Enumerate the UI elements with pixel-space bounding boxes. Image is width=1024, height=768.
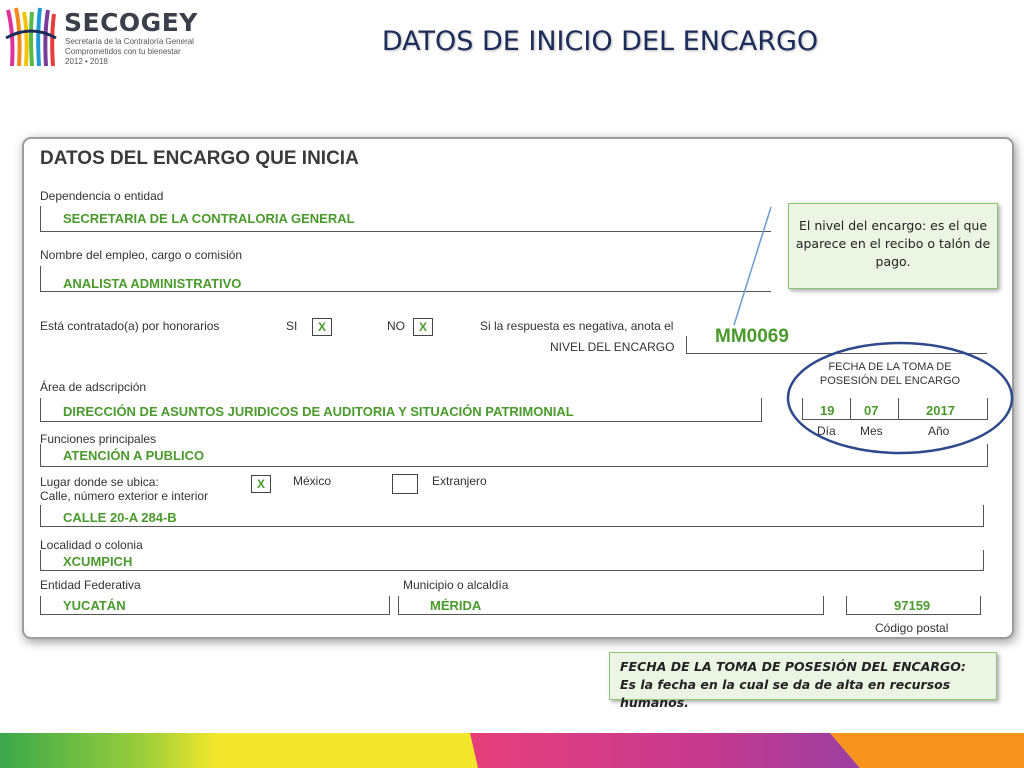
mes-label: Mes	[860, 424, 883, 438]
logo-subtitle: Secretaría de la Contraloría General	[65, 37, 194, 46]
honorarios-note: Si la respuesta es negativa, anota el	[480, 319, 674, 333]
extranjero-checkbox	[392, 474, 418, 494]
slide-title: DATOS DE INICIO DEL ENCARGO	[381, 26, 819, 57]
fecha-anio: 2017	[926, 403, 955, 418]
nivel-value: MM0069	[715, 326, 789, 347]
fecha-callout-text: Es la fecha en la cual se da de alta en …	[620, 677, 951, 711]
fecha-header-line1: FECHA DE LA TOMA DE	[828, 361, 952, 373]
nivel-label: NIVEL DEL ENCARGO	[550, 340, 675, 354]
fecha-callout: FECHA DE LA TOMA DE POSESIÓN DEL ENCARGO…	[609, 652, 997, 710]
dependencia-label: Dependencia o entidad	[40, 189, 164, 203]
no-checkbox: X	[413, 318, 433, 336]
entidad-label: Entidad Federativa	[40, 578, 141, 592]
fecha-header-line2: POSESIÓN DEL ENCARGO	[819, 374, 961, 387]
secogey-logo-icon	[5, 7, 57, 67]
area-value: DIRECCIÓN DE ASUNTOS JURIDICOS DE AUDITO…	[63, 404, 574, 419]
fecha-header: FECHA DE LA TOMA DE POSESIÓN DEL ENCARGO	[810, 361, 970, 389]
cp-value: 97159	[894, 598, 931, 613]
fecha-divider	[898, 398, 899, 419]
empleo-value: ANALISTA ADMINISTRATIVO	[63, 276, 242, 291]
mexico-label: México	[293, 474, 332, 488]
nivel-callout: El nivel del encargo: es el que aparece …	[788, 203, 998, 289]
mexico-checkbox: X	[251, 475, 271, 493]
calle-field	[40, 505, 984, 527]
anio-label: Año	[928, 424, 950, 438]
si-label: SI	[286, 319, 298, 333]
fecha-divider	[850, 398, 851, 419]
municipio-value: MÉRIDA	[430, 598, 482, 613]
funciones-value: ATENCIÓN A PUBLICO	[63, 448, 205, 463]
calle-value: CALLE 20-A 284-B	[63, 510, 177, 525]
logo-years: 2012 • 2018	[65, 57, 108, 66]
cp-label: Código postal	[875, 621, 949, 635]
dia-label: Día	[817, 424, 836, 438]
lugar-sublabel: Calle, número exterior e interior	[40, 489, 209, 503]
lugar-label: Lugar donde se ubica:	[40, 475, 159, 489]
honorarios-label: Está contratado(a) por honorarios	[40, 319, 220, 333]
no-label: NO	[387, 319, 405, 333]
logo-wordmark: SECOGEY	[64, 8, 198, 37]
fecha-callout-title: FECHA DE LA TOMA DE POSESIÓN DEL ENCARGO…	[620, 659, 966, 674]
logo-slogan: Comprometidos con tu bienestar	[65, 47, 181, 56]
form-heading: DATOS DEL ENCARGO QUE INICIA	[40, 148, 359, 169]
entidad-value: YUCATÁN	[63, 598, 126, 613]
dependencia-value: SECRETARIA DE LA CONTRALORIA GENERAL	[63, 211, 355, 226]
fecha-mes: 07	[864, 403, 879, 418]
empleo-label: Nombre del empleo, cargo o comisión	[40, 248, 243, 262]
localidad-value: XCUMPICH	[63, 554, 133, 569]
extranjero-label: Extranjero	[432, 474, 487, 488]
si-checkbox: X	[312, 318, 332, 336]
area-label: Área de adscripción	[40, 380, 147, 394]
municipio-label: Municipio o alcaldía	[403, 578, 509, 592]
localidad-field	[40, 550, 984, 571]
fecha-dia: 19	[820, 403, 835, 418]
footer-color-band	[0, 733, 1024, 768]
